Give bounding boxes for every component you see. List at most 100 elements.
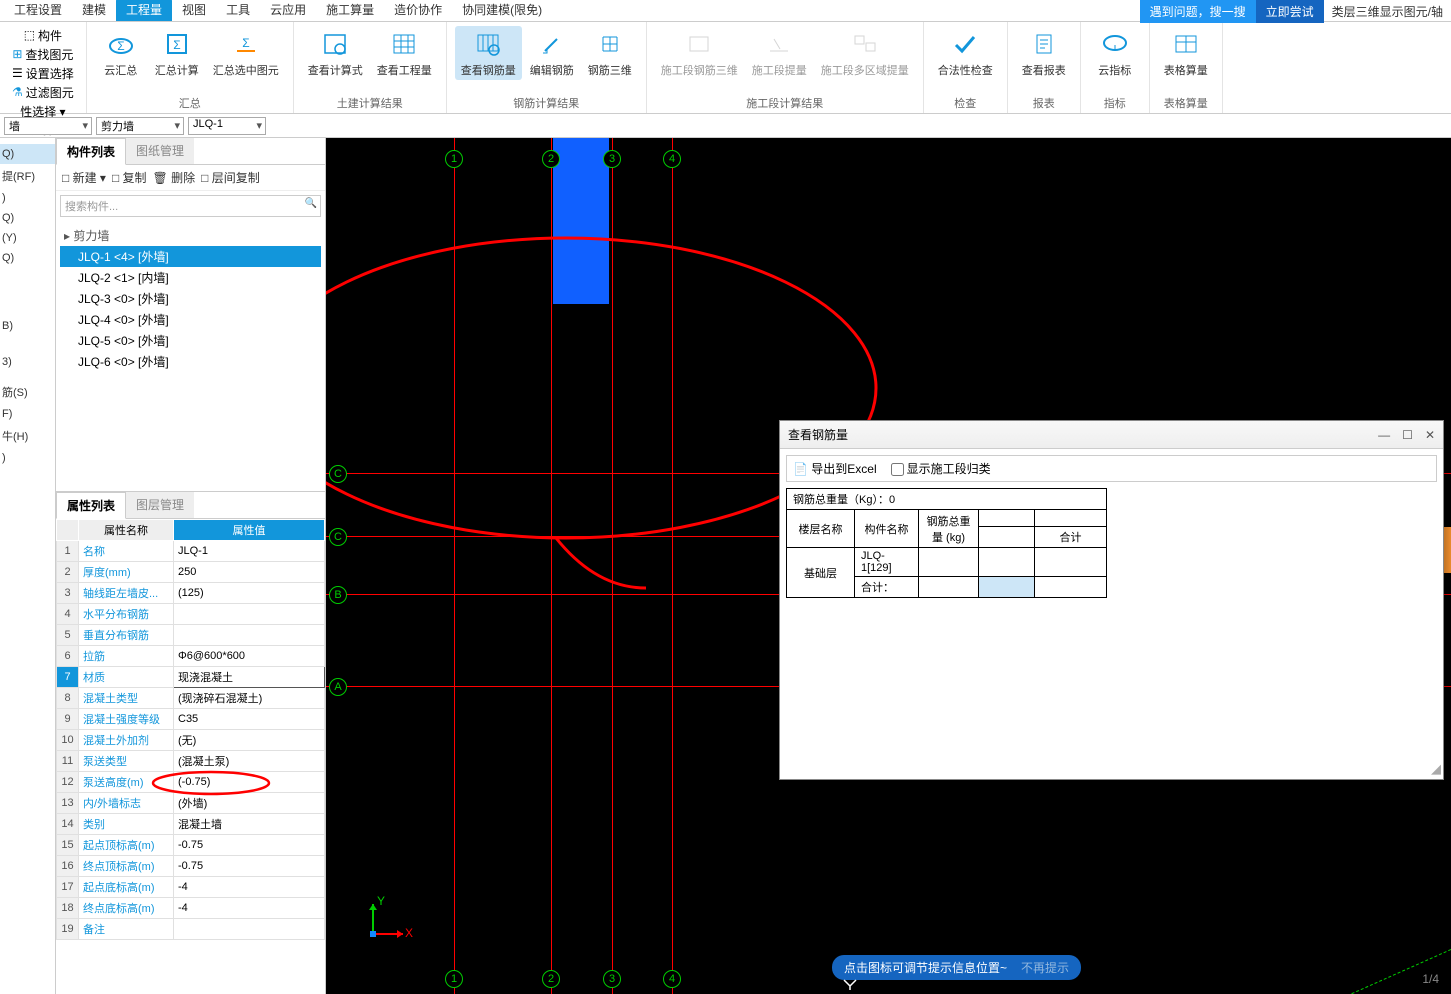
prop-value[interactable]: (混凝土泵) <box>174 751 325 772</box>
prop-value[interactable]: -0.75 <box>174 856 325 877</box>
btn-view-calc[interactable]: 查看计算式 <box>302 26 369 80</box>
prop-value[interactable]: -4 <box>174 877 325 898</box>
prop-value[interactable]: (无) <box>174 730 325 751</box>
rebar-total: 钢筋总重量（Kg）：0 <box>787 489 1107 510</box>
btn-view-rebar[interactable]: 查看钢筋量 <box>455 26 522 80</box>
property-table[interactable]: 属性名称 属性值 1名称JLQ-12厚度(mm)2503轴线距左墙皮...(12… <box>56 519 325 940</box>
tab-zj[interactable]: 造价协作 <box>384 0 452 21</box>
filter-category[interactable]: 墙 <box>4 117 92 135</box>
maximize-icon[interactable]: ☐ <box>1402 428 1413 442</box>
nav-stub-item[interactable]: ) <box>0 448 55 468</box>
tab-gcl[interactable]: 工程量 <box>116 0 172 21</box>
wall-element[interactable] <box>553 138 609 304</box>
prop-value[interactable]: (125) <box>174 583 325 604</box>
tree-item[interactable]: JLQ-6 <0> [外墙] <box>60 351 321 372</box>
prop-value[interactable] <box>174 919 325 940</box>
prop-value[interactable]: (外墙) <box>174 793 325 814</box>
btn-report[interactable]: 查看报表 <box>1016 26 1072 80</box>
nav-stub-item[interactable]: B) <box>0 316 55 336</box>
tab-properties[interactable]: 属性列表 <box>56 492 126 519</box>
tree-item[interactable]: JLQ-4 <0> [外墙] <box>60 309 321 330</box>
btn-validate[interactable]: 合法性检查 <box>932 26 999 80</box>
nav-stub-item[interactable]: (Y) <box>0 228 55 248</box>
tree-head[interactable]: ▸ 剪力墙 <box>60 225 321 246</box>
btn-table-calc[interactable]: 表格算量 <box>1158 26 1214 80</box>
drawing-canvas[interactable]: 1 2 3 4 C C B A 1 2 3 4 Y X 查看钢筋量 — <box>326 138 1451 994</box>
btn-delete[interactable]: 🗑 删除 <box>153 169 196 186</box>
nav-stub-item[interactable] <box>0 284 55 292</box>
btn-sum-calc[interactable]: Σ汇总计算 <box>149 26 205 80</box>
resize-grip-icon[interactable]: ◢ <box>1431 761 1441 777</box>
prop-value[interactable] <box>174 604 325 625</box>
prop-value[interactable]: 现浇混凝土 <box>174 667 325 688</box>
tree-item[interactable]: JLQ-5 <0> [外墙] <box>60 330 321 351</box>
nav-stub-item[interactable] <box>0 336 55 344</box>
promo-search[interactable]: 遇到问题，搜一搜 <box>1140 0 1256 23</box>
minimize-icon[interactable]: — <box>1378 428 1390 442</box>
prop-value[interactable] <box>174 625 325 646</box>
prop-value[interactable]: (现浇碎石混凝土) <box>174 688 325 709</box>
prop-value[interactable]: (-0.75) <box>174 772 325 793</box>
hint-arrow-icon[interactable] <box>842 978 858 992</box>
btn-cloud-sum[interactable]: Σ云汇总 <box>95 26 147 80</box>
btn-export-excel[interactable]: 📄 导出到Excel <box>793 460 877 477</box>
nav-stub-item[interactable]: 牛(H) <box>0 424 55 448</box>
tab-jm[interactable]: 建模 <box>72 0 116 21</box>
rebar-table[interactable]: 钢筋总重量（Kg）：0 楼层名称 构件名称 钢筋总重量 (kg) 合计 基础层J… <box>786 488 1107 598</box>
tab-gj[interactable]: 工具 <box>216 0 260 21</box>
nav-stub-item[interactable]: Q) <box>0 144 55 164</box>
btn-rebar-3d[interactable]: 钢筋三维 <box>582 26 638 80</box>
prop-value[interactable]: Φ6@600*600 <box>174 646 325 667</box>
nav-stub-item[interactable]: ) <box>0 188 55 208</box>
tab-component-list[interactable]: 构件列表 <box>56 138 126 165</box>
tab-layer-mgmt[interactable]: 图层管理 <box>126 492 194 518</box>
promo-try[interactable]: 立即尝试 <box>1256 0 1324 23</box>
btn-sum-sel[interactable]: Σ汇总选中图元 <box>207 26 285 80</box>
tab-sg[interactable]: 施工算量NEW <box>316 0 384 21</box>
btn-view-qty[interactable]: 查看工程量 <box>371 26 438 80</box>
prop-value[interactable]: 混凝土墙 <box>174 814 325 835</box>
nav-stub-item[interactable] <box>0 292 55 300</box>
tree-item[interactable]: JLQ-3 <0> [外墙] <box>60 288 321 309</box>
tree-item[interactable]: JLQ-1 <4> [外墙] <box>60 246 321 267</box>
tab-st[interactable]: 视图 <box>172 0 216 21</box>
tab-xt[interactable]: 协同建模(限免) <box>452 0 552 21</box>
prop-value[interactable]: JLQ-1 <box>174 541 325 562</box>
nav-stub-item[interactable] <box>0 344 55 352</box>
filter-name[interactable]: JLQ-1 <box>188 117 266 135</box>
nav-stub-item[interactable]: Q) <box>0 248 55 268</box>
sel-find[interactable]: ⊞查找图元 <box>8 45 78 63</box>
nav-stub-item[interactable] <box>0 300 55 308</box>
filter-type[interactable]: 剪力墙 <box>96 117 184 135</box>
sel-set[interactable]: ☰设置选择 <box>8 64 78 82</box>
btn-copy[interactable]: □ 复制 <box>112 169 147 186</box>
close-icon[interactable]: ✕ <box>1425 428 1435 442</box>
nav-stub-item[interactable]: Q) <box>0 208 55 228</box>
btn-layer-copy[interactable]: □ 层间复制 <box>201 169 260 186</box>
tab-drawing-mgmt[interactable]: 图纸管理 <box>126 138 194 164</box>
nav-stub-item[interactable]: 提(RF) <box>0 164 55 188</box>
nav-stub-item[interactable] <box>0 372 55 380</box>
btn-edit-rebar[interactable]: 编辑钢筋 <box>524 26 580 80</box>
tab-yy[interactable]: 云应用 <box>260 0 316 21</box>
prop-value[interactable]: -0.75 <box>174 835 325 856</box>
btn-cloud-metric[interactable]: 云指标 <box>1089 26 1141 80</box>
tree-item[interactable]: JLQ-2 <1> [内墙] <box>60 267 321 288</box>
nav-stub-item[interactable]: 3) <box>0 352 55 372</box>
hint-dismiss[interactable]: 不再提示 <box>1021 959 1069 976</box>
btn-new[interactable]: □ 新建 ▾ <box>62 169 106 186</box>
nav-stub-item[interactable]: F) <box>0 404 55 424</box>
nav-stub-item[interactable] <box>0 276 55 284</box>
promo-layer[interactable]: 类层三维显示图元/轴 <box>1324 0 1451 23</box>
prop-value[interactable]: 250 <box>174 562 325 583</box>
sel-filter[interactable]: ⚗过滤图元 <box>8 83 78 101</box>
tab-gcsz[interactable]: 工程设置 <box>4 0 72 21</box>
chk-show-segment[interactable]: 显示施工段归类 <box>891 460 991 477</box>
sel-component[interactable]: ⬚构件 <box>8 26 78 44</box>
search-input[interactable]: 搜索构件... <box>60 195 321 217</box>
prop-value[interactable]: -4 <box>174 898 325 919</box>
nav-stub-item[interactable] <box>0 268 55 276</box>
nav-stub-item[interactable] <box>0 308 55 316</box>
prop-value[interactable]: C35 <box>174 709 325 730</box>
nav-stub-item[interactable]: 筋(S) <box>0 380 55 404</box>
